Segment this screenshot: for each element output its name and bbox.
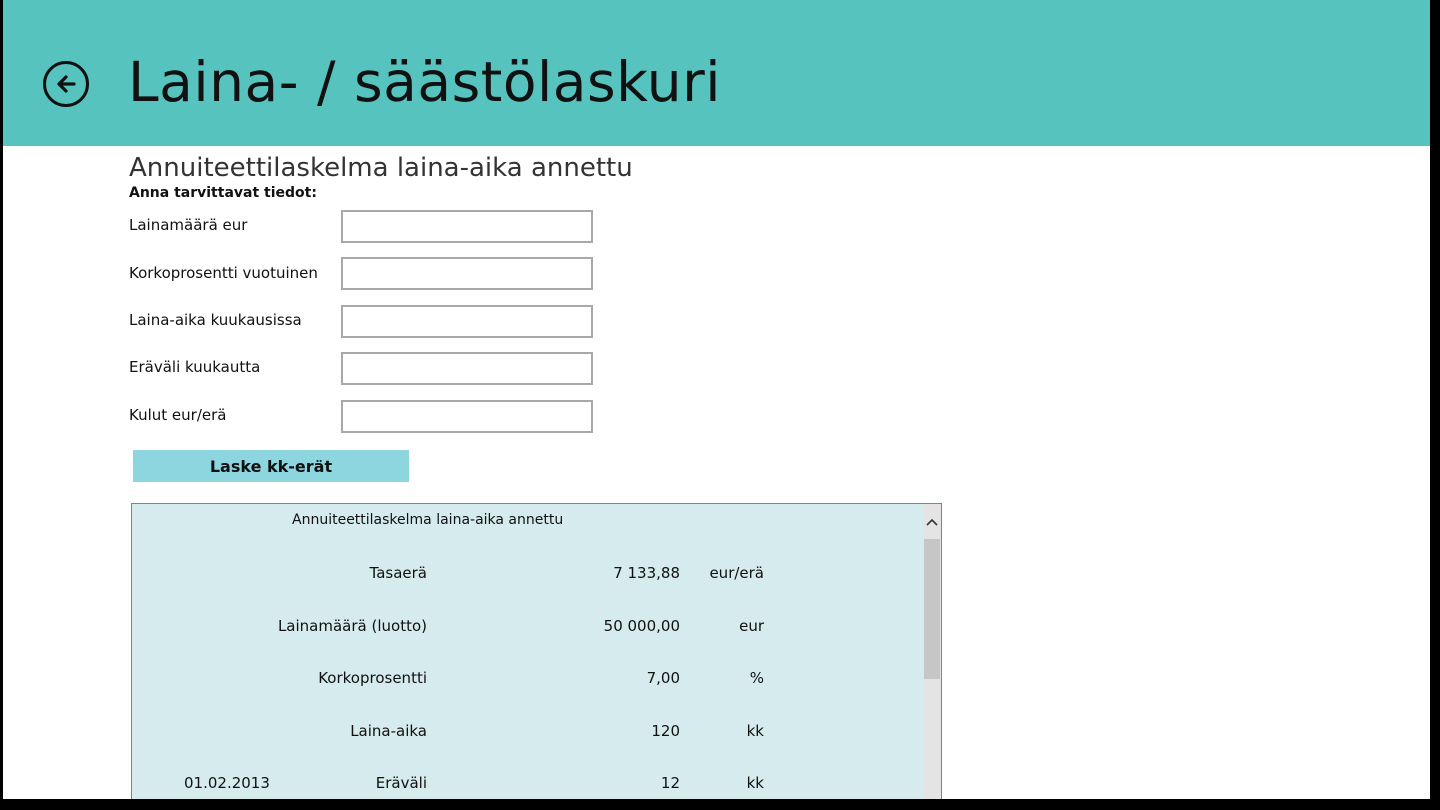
result-unit: % [749, 669, 764, 687]
scroll-thumb[interactable] [924, 539, 940, 679]
result-unit: kk [746, 722, 764, 740]
payment-interval-label: Eräväli kuukautta [129, 358, 261, 376]
arrow-left-circle-icon [57, 75, 76, 93]
costs-label: Kulut eur/erä [129, 406, 227, 424]
results-scrollbar[interactable] [923, 504, 941, 799]
app-window: Laina- / säästölaskuri Annuiteettilaskel… [3, 0, 1430, 799]
result-row: Tasaerä 7 133,88 eur/erä [132, 564, 922, 584]
result-row: 01.02.2013 Eräväli 12 kk [132, 774, 922, 794]
result-row: Korkoprosentti 7,00 % [132, 669, 922, 689]
interest-rate-label: Korkoprosentti vuotuinen [129, 264, 318, 282]
result-label: Lainamäärä (luotto) [277, 617, 427, 635]
results-panel[interactable]: Annuiteettilaskelma laina-aika annettu T… [131, 503, 942, 799]
results-title: Annuiteettilaskelma laina-aika annettu [292, 512, 564, 528]
payment-interval-input[interactable] [341, 352, 593, 385]
scroll-up-button[interactable] [923, 512, 941, 532]
result-date: 01.02.2013 [184, 774, 270, 792]
result-label: Laina-aika [350, 722, 427, 740]
result-label: Korkoprosentti [318, 669, 427, 687]
back-button[interactable] [43, 61, 89, 107]
result-label: Tasaerä [369, 564, 427, 582]
loan-amount-label: Lainamäärä eur [129, 216, 248, 234]
result-row: Lainamäärä (luotto) 50 000,00 eur [132, 617, 922, 637]
result-value: 7 133,88 [613, 564, 680, 582]
interest-rate-input[interactable] [341, 257, 593, 290]
calculate-button[interactable]: Laske kk-erät [133, 450, 409, 482]
header-bar: Laina- / säästölaskuri [3, 0, 1430, 146]
result-unit: kk [746, 774, 764, 792]
result-value: 120 [651, 722, 680, 740]
costs-input[interactable] [341, 400, 593, 433]
result-unit: eur/erä [709, 564, 764, 582]
result-value: 12 [660, 774, 680, 792]
loan-amount-input[interactable] [341, 210, 593, 243]
result-row: Laina-aika 120 kk [132, 722, 922, 742]
loan-term-label: Laina-aika kuukausissa [129, 311, 302, 329]
instructions-text: Anna tarvittavat tiedot: [129, 185, 317, 201]
result-label: Eräväli [375, 774, 427, 792]
section-title: Annuiteettilaskelma laina-aika annettu [129, 153, 633, 183]
chevron-up-icon [926, 518, 938, 526]
result-value: 7,00 [646, 669, 680, 687]
result-value: 50 000,00 [603, 617, 680, 635]
loan-term-input[interactable] [341, 305, 593, 338]
page-title: Laina- / säästölaskuri [128, 50, 722, 114]
result-unit: eur [739, 617, 764, 635]
